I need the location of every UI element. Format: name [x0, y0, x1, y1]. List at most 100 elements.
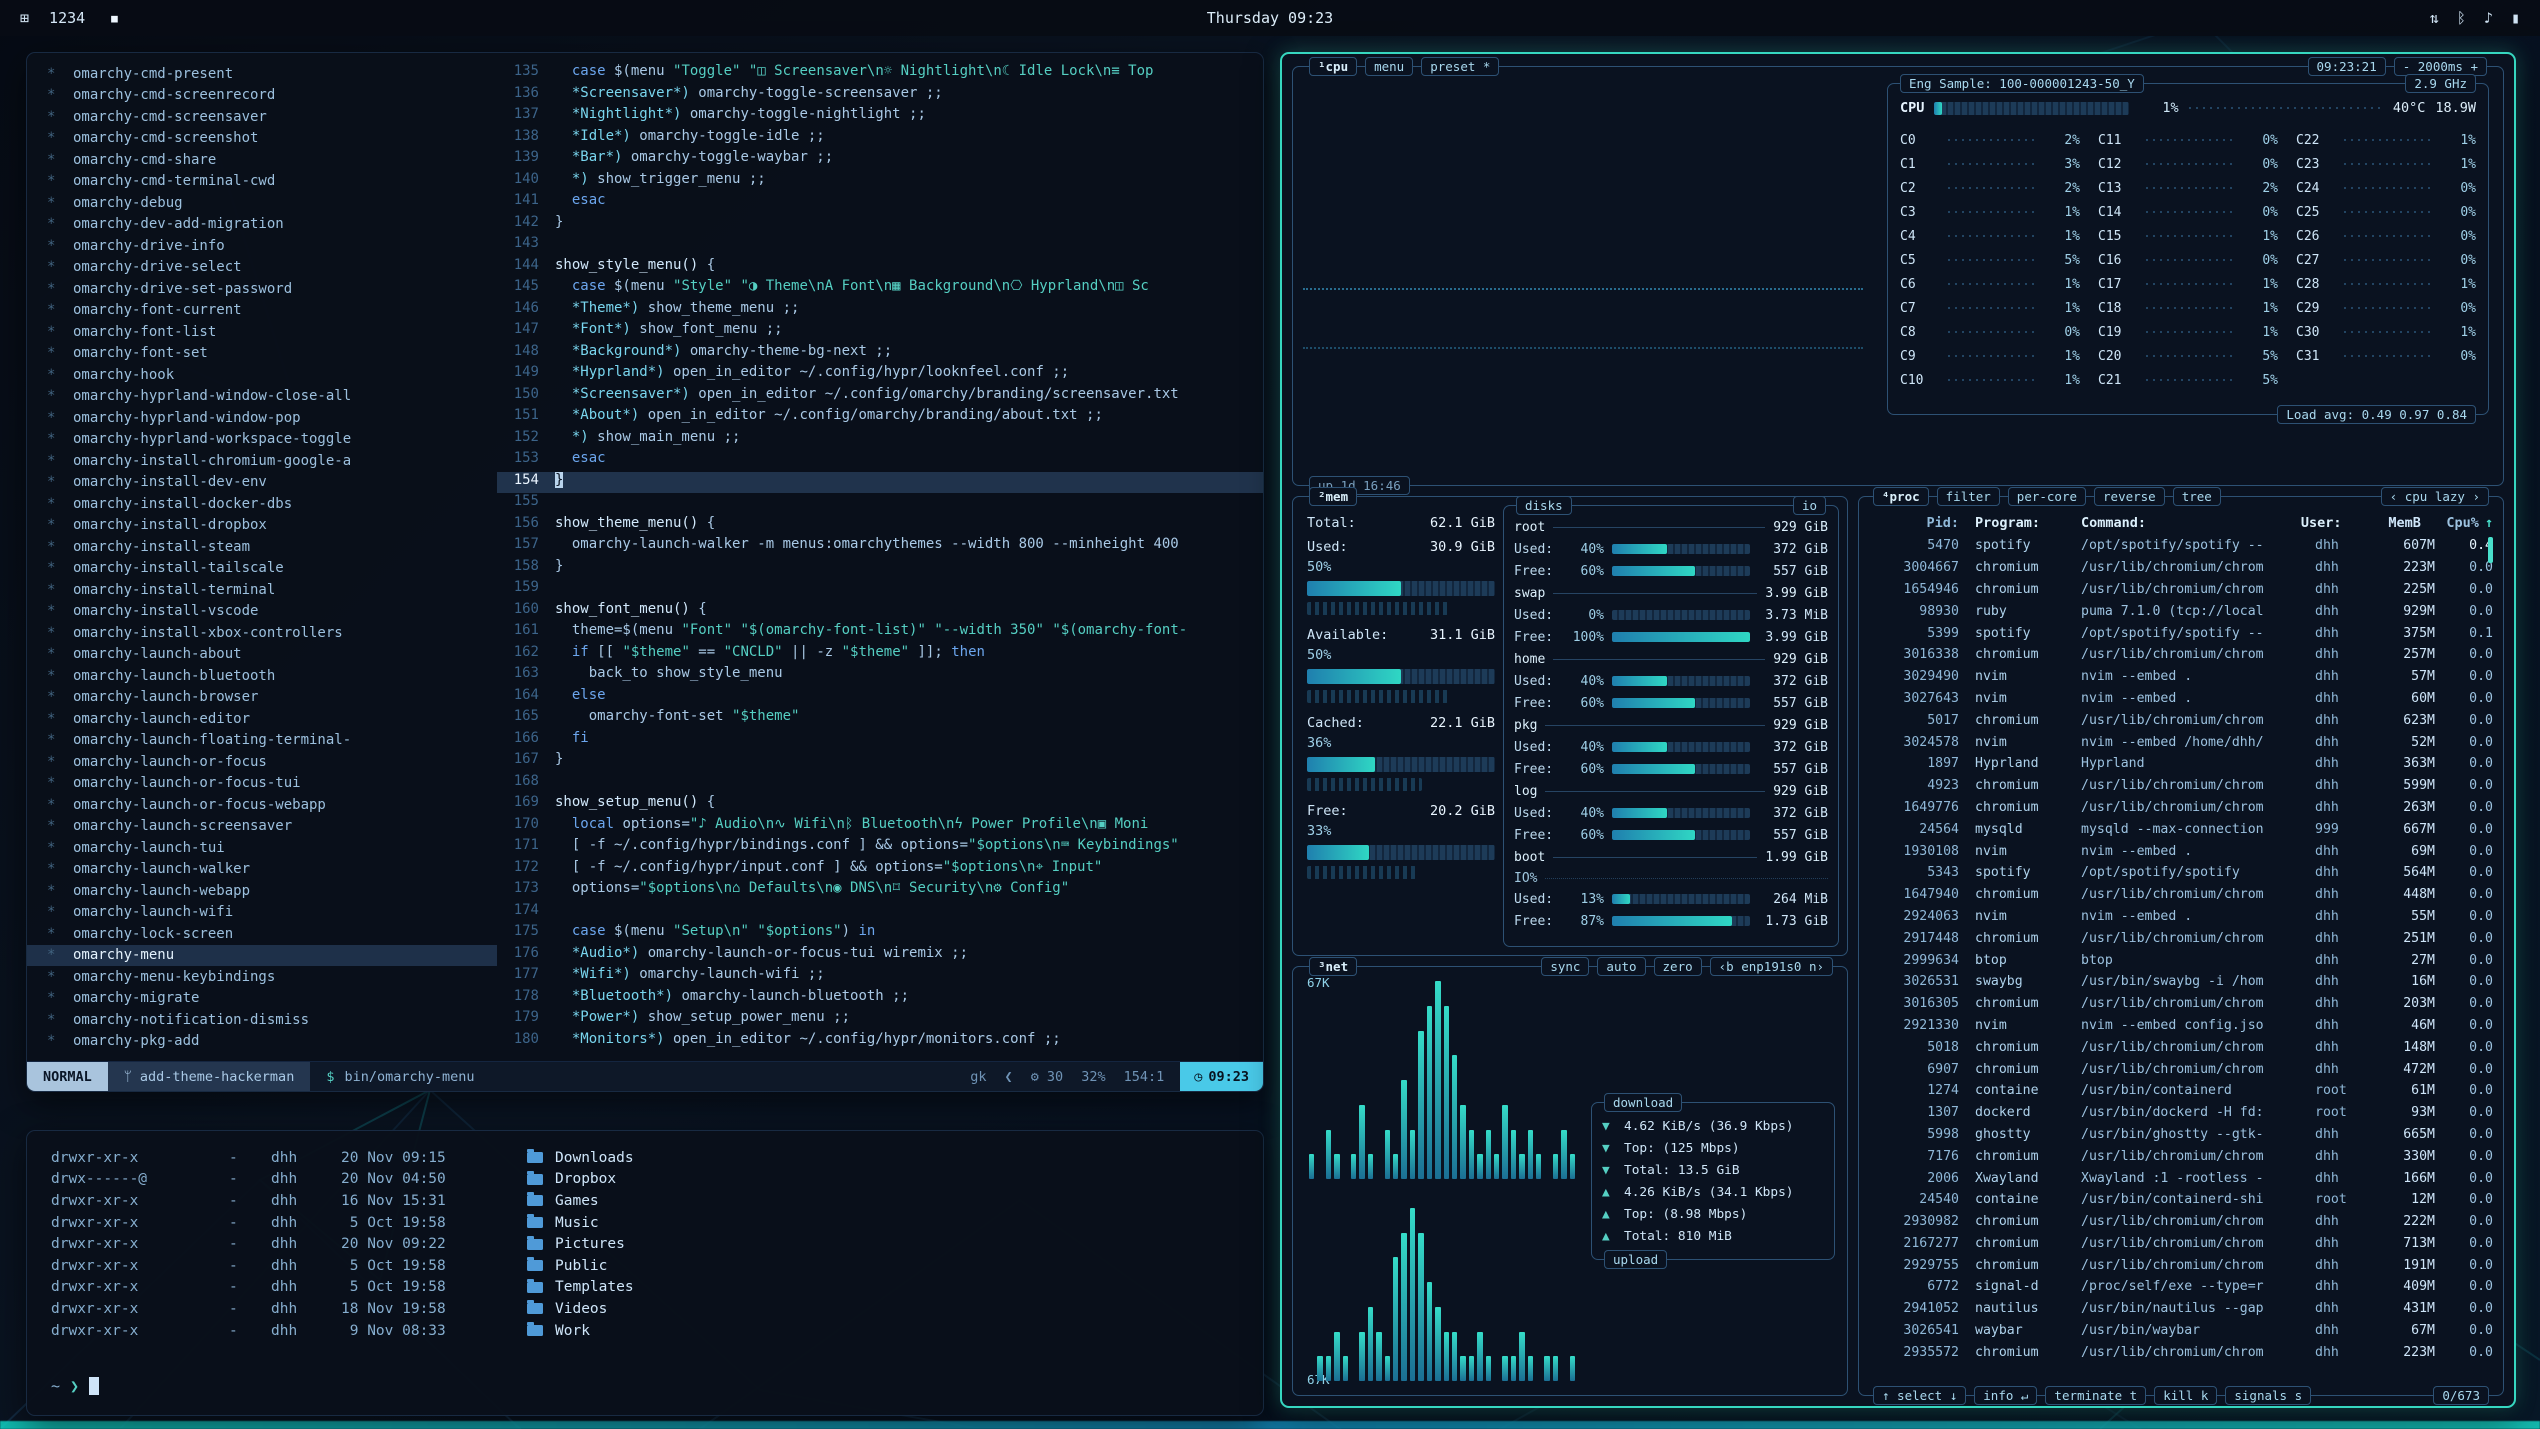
code-line[interactable]: 169show_setup_menu() { [497, 794, 1263, 816]
mem-panel-title[interactable]: ²mem [1309, 487, 1357, 506]
file-item[interactable]: *omarchy-install-tailscale [27, 558, 497, 580]
code-line[interactable]: 151 *About*) open_in_editor ~/.config/om… [497, 407, 1263, 429]
code-line[interactable]: 141 esac [497, 192, 1263, 214]
file-item[interactable]: *omarchy-launch-screensaver [27, 816, 497, 838]
code-line[interactable]: 135 case $(menu "Toggle" "◫ Screensaver\… [497, 63, 1263, 85]
process-row[interactable]: 3027643nvimnvim --embed .dhh60M0.0 [1871, 688, 2493, 710]
code-line[interactable]: 160show_font_menu() { [497, 601, 1263, 623]
file-item[interactable]: *omarchy-install-docker-dbs [27, 493, 497, 515]
bluetooth-icon[interactable]: ᛒ [2457, 9, 2466, 27]
table-row[interactable]: drwxr-xr-x -dhh20 Nov 09:15Downloads [51, 1147, 1239, 1169]
code-line[interactable]: 180 *Monitors*) open_in_editor ~/.config… [497, 1031, 1263, 1053]
process-row[interactable]: 2924063nvimnvim --embed .dhh55M0.0 [1871, 906, 2493, 928]
shell-prompt[interactable]: ~ ❯ [51, 1377, 99, 1395]
file-item[interactable]: *omarchy-dev-add-migration [27, 214, 497, 236]
proc-option-button[interactable]: reverse [2094, 487, 2165, 506]
code-line[interactable]: 153 esac [497, 450, 1263, 472]
code-line[interactable]: 157 omarchy-launch-walker -m menus:omarc… [497, 536, 1263, 558]
code-line[interactable]: 164 else [497, 687, 1263, 709]
process-row[interactable]: 5343spotify/opt/spotify/spotifydhh564M0.… [1871, 862, 2493, 884]
file-item[interactable]: *omarchy-install-dev-env [27, 472, 497, 494]
workspace-button[interactable]: 2 [58, 9, 67, 27]
launcher-icon[interactable]: ⊞ [20, 9, 29, 27]
code-line[interactable]: 163 back_to show_style_menu [497, 665, 1263, 687]
workspace-button[interactable]: 3 [67, 9, 76, 27]
process-row[interactable]: 24540containe/usr/bin/containerd-shiroot… [1871, 1189, 2493, 1211]
code-line[interactable]: 158} [497, 558, 1263, 580]
file-item[interactable]: *omarchy-hyprland-window-pop [27, 407, 497, 429]
process-row[interactable]: 3016338chromium/usr/lib/chromium/chromdh… [1871, 644, 2493, 666]
process-row[interactable]: 2006XwaylandXwayland :1 -rootless -dhh16… [1871, 1167, 2493, 1189]
file-item[interactable]: *omarchy-hyprland-window-close-all [27, 386, 497, 408]
file-item[interactable]: *omarchy-launch-or-focus-tui [27, 773, 497, 795]
table-row[interactable]: drwx------@-dhh20 Nov 04:50Dropbox [51, 1169, 1239, 1191]
file-item[interactable]: *omarchy-launch-about [27, 644, 497, 666]
col-program[interactable]: Program: [1959, 515, 2077, 531]
col-cpu[interactable]: Cpu% [2421, 515, 2479, 531]
code-line[interactable]: 154} [497, 472, 1263, 494]
file-item[interactable]: *omarchy-launch-walker [27, 859, 497, 881]
net-button[interactable]: auto [1597, 957, 1645, 976]
process-row[interactable]: 2999634btopbtopdhh27M0.0 [1871, 949, 2493, 971]
table-row[interactable]: drwxr-xr-x -dhh20 Nov 09:22Pictures [51, 1233, 1239, 1255]
battery-icon[interactable]: ▮ [2511, 9, 2520, 27]
file-item[interactable]: *omarchy-cmd-screenrecord [27, 85, 497, 107]
file-item[interactable]: *omarchy-install-dropbox [27, 515, 497, 537]
code-line[interactable]: 147 *Font*) show_font_menu ;; [497, 321, 1263, 343]
code-line[interactable]: 138 *Idle*) omarchy-toggle-idle ;; [497, 128, 1263, 150]
code-line[interactable]: 176 *Audio*) omarchy-launch-or-focus-tui… [497, 945, 1263, 967]
code-line[interactable]: 177 *Wifi*) omarchy-launch-wifi ;; [497, 966, 1263, 988]
code-line[interactable]: 150 *Screensaver*) open_in_editor ~/.con… [497, 386, 1263, 408]
process-row[interactable]: 1649776chromium/usr/lib/chromium/chromdh… [1871, 797, 2493, 819]
code-line[interactable]: 178 *Bluetooth*) omarchy-launch-bluetoot… [497, 988, 1263, 1010]
net-button[interactable]: sync [1541, 957, 1589, 976]
col-pid[interactable]: Pid: [1871, 515, 1959, 531]
code-line[interactable]: 148 *Background*) omarchy-theme-bg-next … [497, 343, 1263, 365]
code-line[interactable]: 149 *Hyprland*) open_in_editor ~/.config… [497, 364, 1263, 386]
file-item[interactable]: *omarchy-hook [27, 364, 497, 386]
code-line[interactable]: 142} [497, 214, 1263, 236]
code-line[interactable]: 159 [497, 579, 1263, 601]
network-icon[interactable]: ⇅ [2430, 9, 2439, 27]
process-row[interactable]: 2929755chromium/usr/lib/chromium/chromdh… [1871, 1254, 2493, 1276]
code-line[interactable]: 156show_theme_menu() { [497, 515, 1263, 537]
process-row[interactable]: 1930108nvimnvim --embed .dhh69M0.0 [1871, 840, 2493, 862]
file-item[interactable]: *omarchy-launch-editor [27, 708, 497, 730]
proc-footer-hint[interactable]: info ↵ [1974, 1386, 2037, 1405]
table-row[interactable]: drwxr-xr-x -dhh 5 Oct 19:58Music [51, 1212, 1239, 1234]
process-row[interactable]: 3026541waybar/usr/bin/waybardhh67M0.0 [1871, 1320, 2493, 1342]
process-row[interactable]: 5017chromium/usr/lib/chromium/chromdhh62… [1871, 709, 2493, 731]
process-row[interactable]: 1647940chromium/usr/lib/chromium/chromdh… [1871, 884, 2493, 906]
file-item[interactable]: *omarchy-cmd-terminal-cwd [27, 171, 497, 193]
process-row[interactable]: 2941052nautilus/usr/bin/nautilus --gapdh… [1871, 1298, 2493, 1320]
process-row[interactable]: 2921330nvimnvim --embed config.jsodhh46M… [1871, 1015, 2493, 1037]
code-line[interactable]: 145 case $(menu "Style" "◑ Theme\nA Font… [497, 278, 1263, 300]
net-panel-title[interactable]: ³net [1309, 957, 1357, 976]
code-line[interactable]: 140 *) show_trigger_menu ;; [497, 171, 1263, 193]
code-line[interactable]: 137 *Nightlight*) omarchy-toggle-nightli… [497, 106, 1263, 128]
file-item[interactable]: *omarchy-drive-set-password [27, 278, 497, 300]
file-item[interactable]: *omarchy-launch-floating-terminal- [27, 730, 497, 752]
proc-panel-title[interactable]: ⁴proc [1873, 487, 1929, 506]
process-row[interactable]: 1274containe/usr/bin/containerdroot61M0.… [1871, 1080, 2493, 1102]
code-line[interactable]: 167} [497, 751, 1263, 773]
file-item[interactable]: *omarchy-launch-bluetooth [27, 665, 497, 687]
table-row[interactable]: drwxr-xr-x -dhh 5 Oct 19:58Public [51, 1255, 1239, 1277]
workspace-button[interactable]: 1 [49, 9, 58, 27]
code-line[interactable]: 174 [497, 902, 1263, 924]
process-row[interactable]: 3029490nvimnvim --embed .dhh57M0.0 [1871, 666, 2493, 688]
code-line[interactable]: 168 [497, 773, 1263, 795]
code-line[interactable]: 162 if [[ "$theme" == "CNCLD" || -z "$th… [497, 644, 1263, 666]
process-row[interactable]: 1654946chromium/usr/lib/chromium/chromdh… [1871, 579, 2493, 601]
code-line[interactable]: 173 options="$options\n⌂ Defaults\n◉ DNS… [497, 880, 1263, 902]
proc-option-button[interactable]: tree [2173, 487, 2221, 506]
process-row[interactable]: 24564mysqldmysqld --max-connection999667… [1871, 818, 2493, 840]
code-line[interactable]: 136 *Screensaver*) omarchy-toggle-screen… [497, 85, 1263, 107]
proc-footer-hint[interactable]: kill k [2154, 1386, 2217, 1405]
file-item[interactable]: *omarchy-install-chromium-google-a [27, 450, 497, 472]
file-item[interactable]: *omarchy-launch-or-focus-webapp [27, 794, 497, 816]
code-line[interactable]: 146 *Theme*) show_theme_menu ;; [497, 300, 1263, 322]
process-row[interactable]: 2167277chromium/usr/lib/chromium/chromdh… [1871, 1233, 2493, 1255]
file-item[interactable]: *omarchy-font-current [27, 300, 497, 322]
code-line[interactable]: 166 fi [497, 730, 1263, 752]
